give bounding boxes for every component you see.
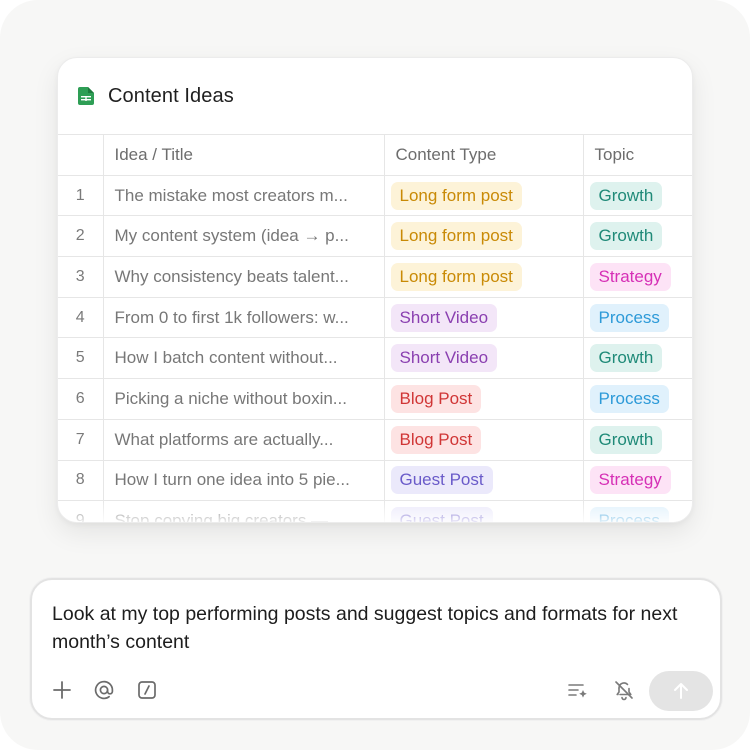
table-row[interactable]: 9 Stop copying big creators — Guest Post Pr… xyxy=(58,500,692,522)
idea-title-cell[interactable]: Why consistency beats talent... xyxy=(102,256,385,298)
row-number: 7 xyxy=(58,418,104,461)
topic-tag: Growth xyxy=(589,344,663,373)
arrow-up-icon xyxy=(674,683,688,699)
topic-cell[interactable]: Process xyxy=(582,500,692,522)
idea-title-cell[interactable]: Stop copying big creators — xyxy=(102,500,385,522)
table-row[interactable]: 4 From 0 to first 1k followers: w... Short… xyxy=(58,296,692,339)
content-type-cell[interactable]: Long form post xyxy=(383,256,584,298)
table-body: 1 The mistake most creators m... Long form… xyxy=(58,174,692,522)
content-ideas-sheet[interactable]: Content Ideas Idea / Title Content Type … xyxy=(57,57,693,523)
topic-cell[interactable]: Growth xyxy=(582,215,692,258)
topic-cell[interactable]: Growth xyxy=(582,337,692,380)
row-number: 1 xyxy=(58,174,104,217)
send-button[interactable] xyxy=(649,671,713,711)
content-type-cell[interactable]: Long form post xyxy=(383,215,584,258)
content-type-tag: Short Video xyxy=(390,303,498,332)
idea-title-header[interactable]: Idea / Title xyxy=(102,134,385,176)
content-type-cell[interactable]: Long form post xyxy=(383,174,584,217)
bell-off-icon[interactable] xyxy=(612,678,636,702)
header-row: Idea / Title Content Type Topic xyxy=(58,134,692,176)
idea-title-cell[interactable]: My content system (idea → p... xyxy=(102,215,385,258)
slash-command-icon[interactable] xyxy=(135,678,159,702)
content-type-tag: Blog Post xyxy=(390,384,482,413)
topic-tag: Growth xyxy=(589,425,663,454)
topic-tag: Growth xyxy=(589,181,663,210)
topic-tag: Strategy xyxy=(589,262,671,291)
topic-cell[interactable]: Strategy xyxy=(582,459,692,502)
list-sparkle-icon[interactable] xyxy=(566,678,590,702)
at-mention-icon[interactable] xyxy=(92,678,116,702)
row-number: 9 xyxy=(58,500,104,522)
topic-cell[interactable]: Process xyxy=(582,378,692,420)
row-number-header[interactable] xyxy=(58,134,104,176)
table-row[interactable]: 2 My content system (idea → p... Long form… xyxy=(58,215,692,258)
content-type-cell[interactable]: Guest Post xyxy=(383,500,584,522)
idea-title-cell[interactable]: The mistake most creators m... xyxy=(102,174,385,217)
content-type-cell[interactable]: Blog Post xyxy=(383,378,584,420)
topic-tag: Growth xyxy=(589,222,663,251)
content-type-tag: Guest Post xyxy=(390,507,493,522)
prompt-input-box[interactable]: Look at my top performing posts and sugg… xyxy=(30,578,722,720)
topic-header[interactable]: Topic xyxy=(582,134,692,176)
table-row[interactable]: 3 Why consistency beats talent... Long for… xyxy=(58,256,692,298)
topic-tag: Process xyxy=(589,303,669,332)
content-type-tag: Guest Post xyxy=(390,466,493,495)
table-row[interactable]: 7 What platforms are actually... Blog Post… xyxy=(58,418,692,461)
topic-tag: Strategy xyxy=(589,466,671,495)
idea-title-cell[interactable]: Picking a niche without boxin... xyxy=(102,378,385,420)
topic-cell[interactable]: Growth xyxy=(582,418,692,461)
sheet-title: Content Ideas xyxy=(108,84,234,107)
idea-title-cell[interactable]: How I turn one idea into 5 pie... xyxy=(102,459,385,502)
row-number: 4 xyxy=(58,296,104,339)
row-number: 5 xyxy=(58,337,104,380)
content-type-cell[interactable]: Short Video xyxy=(383,337,584,380)
content-type-cell[interactable]: Guest Post xyxy=(383,459,584,502)
spreadsheet-icon xyxy=(78,87,94,105)
prompt-textarea[interactable]: Look at my top performing posts and sugg… xyxy=(52,600,702,656)
content-type-header[interactable]: Content Type xyxy=(383,134,584,176)
topic-cell[interactable]: Strategy xyxy=(582,256,692,298)
idea-title-cell[interactable]: From 0 to first 1k followers: w... xyxy=(102,296,385,339)
content-type-cell[interactable]: Short Video xyxy=(383,296,584,339)
app-canvas: Content Ideas Idea / Title Content Type … xyxy=(0,0,750,750)
table-row[interactable]: 1 The mistake most creators m... Long form… xyxy=(58,174,692,217)
table-row[interactable]: 8 How I turn one idea into 5 pie... Guest … xyxy=(58,459,692,502)
table-row[interactable]: 5 How I batch content without... Short Vid… xyxy=(58,337,692,380)
content-table: Idea / Title Content Type Topic 1 The mis… xyxy=(58,134,692,522)
content-type-tag: Long form post xyxy=(390,222,522,251)
content-type-tag: Long form post xyxy=(390,181,522,210)
row-number: 6 xyxy=(58,378,104,420)
row-number: 8 xyxy=(58,459,104,502)
topic-cell[interactable]: Process xyxy=(582,296,692,339)
plus-icon[interactable] xyxy=(50,678,74,702)
row-number: 3 xyxy=(58,256,104,298)
topic-cell[interactable]: Growth xyxy=(582,174,692,217)
row-number: 2 xyxy=(58,215,104,258)
topic-tag: Process xyxy=(589,384,669,413)
content-type-tag: Blog Post xyxy=(390,425,482,454)
idea-title-cell[interactable]: What platforms are actually... xyxy=(102,418,385,461)
idea-title-cell[interactable]: How I batch content without... xyxy=(102,337,385,380)
content-type-cell[interactable]: Blog Post xyxy=(383,418,584,461)
content-type-tag: Short Video xyxy=(390,344,498,373)
topic-tag: Process xyxy=(589,507,669,522)
sheet-header: Content Ideas xyxy=(58,58,692,134)
table-row[interactable]: 6 Picking a niche without boxin... Blog Po… xyxy=(58,378,692,420)
content-type-tag: Long form post xyxy=(390,262,522,291)
